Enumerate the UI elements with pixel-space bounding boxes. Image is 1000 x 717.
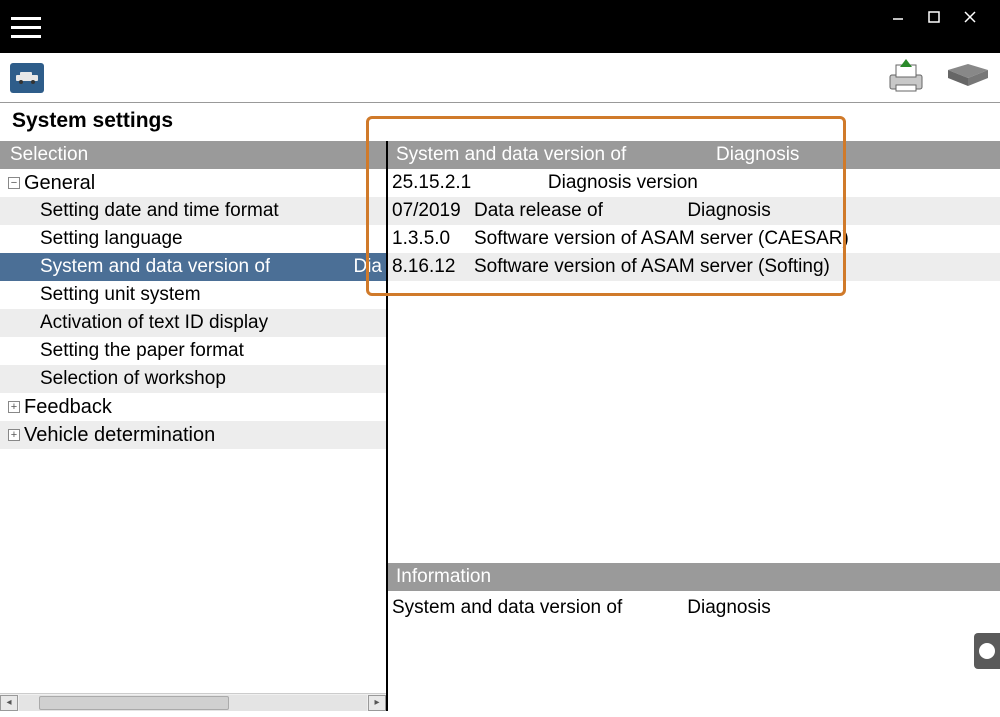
tree-item-label: Setting date and time format: [40, 200, 279, 222]
printer-upload-icon: [886, 57, 926, 93]
version-cell: 25.15.2.1: [392, 172, 474, 194]
scroll-track[interactable]: [19, 695, 367, 711]
table-row[interactable]: 8.16.12Software version of ASAM server (…: [388, 253, 1000, 281]
tree-item-label: Setting unit system: [40, 284, 201, 306]
tree-item-overflow: Dia: [353, 256, 382, 278]
teamviewer-tab[interactable]: [974, 633, 1000, 669]
tree-expander-icon[interactable]: +: [8, 401, 20, 413]
tree-expander-icon[interactable]: −: [8, 177, 20, 189]
window-controls: [880, 0, 1000, 30]
version-table: 25.15.2.1 Diagnosis version07/2019Data r…: [388, 169, 1000, 281]
tree-item[interactable]: Setting date and time format: [0, 197, 386, 225]
info-value: Diagnosis: [687, 597, 770, 618]
scroll-left-button[interactable]: ◂: [0, 695, 18, 711]
tree-item[interactable]: Activation of text ID display: [0, 309, 386, 337]
version-cell: 8.16.12: [392, 256, 474, 278]
vehicle-button[interactable]: [10, 63, 44, 93]
data-table-header: System and data version of Diagnosis: [388, 141, 1000, 169]
page-title: System settings: [0, 103, 1000, 141]
tree-item[interactable]: System and data version of Dia: [0, 253, 386, 281]
tree-item[interactable]: + Feedback: [0, 393, 386, 421]
tree-item[interactable]: Setting unit system: [0, 281, 386, 309]
tree-expander-icon[interactable]: +: [8, 429, 20, 441]
titlebar: [0, 0, 1000, 53]
tree-item-label: Setting language: [40, 228, 183, 250]
toolbar: [0, 53, 1000, 103]
tree-item-label: System and data version of: [40, 256, 270, 278]
content-area: Selection −General Setting date and time …: [0, 141, 1000, 711]
scroll-thumb[interactable]: [39, 696, 229, 710]
minimize-button[interactable]: [880, 4, 916, 30]
information-header: Information: [388, 563, 1000, 591]
table-row[interactable]: 25.15.2.1 Diagnosis version: [388, 169, 1000, 197]
hamburger-menu-button[interactable]: [0, 0, 44, 44]
description-cell: Data release of Diagnosis: [474, 200, 1000, 222]
tree-item[interactable]: −General: [0, 169, 386, 197]
export-print-button[interactable]: [886, 57, 926, 98]
book-icon: [946, 60, 990, 90]
settings-tree: −General Setting date and time format Sett…: [0, 169, 386, 693]
tree-item-label: General: [24, 172, 95, 195]
data-header-left: System and data version of: [396, 144, 716, 166]
information-body: System and data version of Diagnosis: [388, 591, 1000, 711]
info-label: System and data version of: [392, 597, 682, 619]
version-cell: 07/2019: [392, 200, 474, 222]
horizontal-scrollbar[interactable]: ◂ ▸: [0, 693, 386, 711]
tree-item[interactable]: Selection of workshop: [0, 365, 386, 393]
description-cell: Diagnosis version: [474, 172, 1000, 194]
scroll-right-button[interactable]: ▸: [368, 695, 386, 711]
close-button[interactable]: [952, 4, 988, 30]
right-panel: System and data version of Diagnosis 25.…: [388, 141, 1000, 711]
data-area: System and data version of Diagnosis 25.…: [388, 141, 1000, 563]
manual-button[interactable]: [946, 60, 990, 95]
tree-item-label: Activation of text ID display: [40, 312, 268, 334]
description-cell: Software version of ASAM server (CAESAR): [474, 228, 1000, 250]
data-header-right: Diagnosis: [716, 144, 799, 166]
tree-item[interactable]: Setting the paper format: [0, 337, 386, 365]
selection-header: Selection: [0, 141, 386, 169]
left-panel: Selection −General Setting date and time …: [0, 141, 388, 711]
tree-item-label: Setting the paper format: [40, 340, 244, 362]
tree-item[interactable]: Setting language: [0, 225, 386, 253]
car-icon: [14, 71, 40, 85]
tree-item-label: Vehicle determination: [24, 424, 215, 447]
version-cell: 1.3.5.0: [392, 228, 474, 250]
table-row[interactable]: 07/2019Data release of Diagnosis: [388, 197, 1000, 225]
tree-item[interactable]: + Vehicle determination: [0, 421, 386, 449]
maximize-button[interactable]: [916, 4, 952, 30]
tree-item-label: Selection of workshop: [40, 368, 226, 390]
tree-item-label: Feedback: [24, 396, 112, 419]
table-row[interactable]: 1.3.5.0Software version of ASAM server (…: [388, 225, 1000, 253]
description-cell: Software version of ASAM server (Softing…: [474, 256, 1000, 278]
teamviewer-icon: [978, 642, 996, 660]
information-section: Information System and data version of D…: [388, 563, 1000, 711]
